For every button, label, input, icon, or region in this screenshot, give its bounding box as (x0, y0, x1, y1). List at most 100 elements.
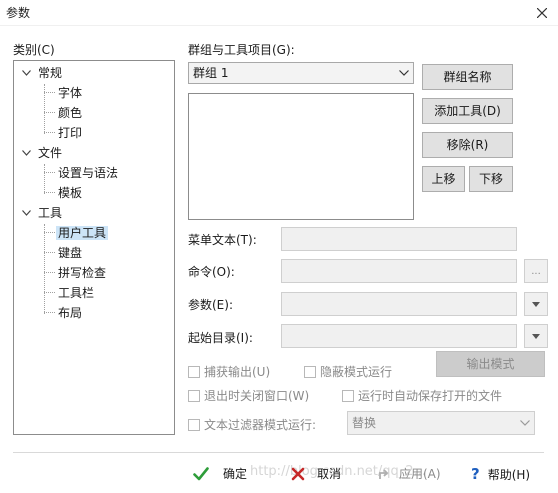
close-button[interactable] (526, 0, 558, 26)
tree-guide (44, 312, 55, 313)
checkbox-box (304, 365, 316, 378)
group-select-value: 群组 1 (193, 66, 229, 80)
tree-item-label: 设置与语法 (58, 166, 119, 180)
tree-item-user-tools[interactable]: 用户工具 (56, 224, 109, 242)
category-label: 类别(C) (13, 43, 55, 57)
tree-guide (44, 232, 55, 233)
help-button[interactable]: ? 帮助(H) (471, 465, 530, 483)
menu-text-label: 菜单文本(T): (188, 233, 257, 247)
close-on-exit-label: 退出时关闭窗口(W) (204, 389, 310, 403)
tools-list[interactable] (188, 93, 414, 220)
tree-item-label: 模板 (58, 186, 83, 200)
apply-button-label: 应用(A) (399, 467, 441, 481)
group-select[interactable]: 群组 1 (188, 62, 414, 84)
chevron-down-icon (516, 412, 534, 434)
tree-item-label: 布局 (58, 306, 83, 320)
checkbox-box (188, 389, 200, 402)
caret-down-icon (532, 301, 540, 307)
group-name-button[interactable]: 群组名称 (422, 64, 513, 90)
start-dir-field[interactable] (281, 324, 517, 348)
tree-guide (44, 172, 55, 173)
tree-item-file[interactable]: 文件 (14, 144, 174, 162)
add-tool-button[interactable]: 添加工具(D) (422, 98, 513, 124)
args-field[interactable] (281, 292, 517, 316)
groups-label: 群组与工具项目(G): (188, 43, 295, 57)
browse-button[interactable]: ... (524, 259, 548, 283)
tree-item-label: 颜色 (58, 106, 83, 120)
text-filter-label: 文本过滤器模式运行: (204, 418, 317, 432)
tree-item-toolbar[interactable]: 工具栏 (58, 284, 94, 302)
output-pattern-button[interactable]: 输出模式 (436, 351, 545, 377)
command-field[interactable] (281, 259, 517, 283)
title-bar: 参数 (0, 0, 558, 26)
filter-mode-select[interactable]: 替换 (347, 411, 535, 435)
move-up-button[interactable]: 上移 (422, 166, 465, 192)
apply-arrow-icon (379, 468, 389, 479)
tree-guide (44, 112, 55, 113)
chevron-down-icon (395, 63, 413, 83)
tree-item-syntax[interactable]: 设置与语法 (58, 164, 118, 182)
close-icon (537, 8, 547, 18)
tree-item-print[interactable]: 打印 (58, 124, 82, 142)
args-menu-button[interactable] (524, 292, 548, 316)
checkbox-box (188, 418, 200, 431)
cancel-button[interactable]: 取消 (291, 465, 341, 482)
ok-button[interactable]: 确定 (193, 465, 247, 482)
args-label: 参数(E): (188, 298, 233, 312)
tree-item-spellcheck[interactable]: 拼写检查 (58, 264, 106, 282)
help-icon: ? (471, 465, 480, 483)
start-dir-label: 起始目录(I): (188, 331, 253, 345)
tree-item-label: 键盘 (58, 246, 83, 260)
tree-item-label: 用户工具 (56, 226, 109, 240)
capture-output-checkbox[interactable]: 捕获输出(U) (188, 363, 270, 380)
checkmark-icon (193, 466, 209, 480)
tree-item-label: 常规 (38, 66, 63, 80)
cancel-button-label: 取消 (317, 467, 342, 481)
tree-guide (44, 92, 55, 93)
chevron-down-icon[interactable] (21, 64, 31, 82)
capture-output-label: 捕获输出(U) (204, 365, 271, 379)
autosave-label: 运行时自动保存打开的文件 (358, 389, 503, 403)
tree-item-label: 工具 (38, 206, 63, 220)
browse-button-label: ... (531, 265, 541, 277)
tree-item-label: 字体 (58, 86, 83, 100)
tree-guide (44, 192, 55, 193)
tree-guide (44, 272, 55, 273)
start-dir-menu-button[interactable] (524, 324, 548, 348)
checkbox-box (342, 389, 354, 402)
move-down-button[interactable]: 下移 (469, 166, 513, 192)
apply-button[interactable]: 应用(A) (378, 465, 441, 482)
tree-guide (44, 252, 55, 253)
tree-item-label: 文件 (38, 146, 63, 160)
remove-button[interactable]: 移除(R) (422, 132, 513, 158)
footer-divider (13, 452, 544, 453)
checkbox-box (188, 365, 200, 378)
text-filter-checkbox[interactable]: 文本过滤器模式运行: (188, 416, 316, 433)
hidden-mode-label: 隐蔽模式运行 (320, 365, 393, 379)
close-on-exit-checkbox[interactable]: 退出时关闭窗口(W) (188, 387, 309, 404)
tree-item-keyboard[interactable]: 键盘 (58, 244, 82, 262)
autosave-checkbox[interactable]: 运行时自动保存打开的文件 (342, 387, 502, 404)
tree-item-label: 打印 (58, 126, 83, 140)
window-title: 参数 (6, 6, 31, 20)
tree-item-font[interactable]: 字体 (58, 84, 82, 102)
hidden-mode-checkbox[interactable]: 隐蔽模式运行 (304, 363, 392, 380)
tree-guide (44, 224, 45, 314)
cross-icon (291, 467, 305, 480)
chevron-down-icon[interactable] (21, 204, 31, 222)
menu-text-field[interactable] (281, 227, 517, 251)
filter-mode-value: 替换 (352, 416, 377, 430)
tree-item-general[interactable]: 常规 (14, 64, 174, 82)
tree-item-layout[interactable]: 布局 (58, 304, 82, 322)
tree-guide (44, 164, 45, 194)
caret-down-icon (532, 333, 540, 339)
category-tree[interactable]: 常规 字体 颜色 打印 文件 设置与语法 模板 工具 用户工具 键盘 拼写检查 … (13, 60, 175, 435)
tree-item-template[interactable]: 模板 (58, 184, 82, 202)
tree-item-tools[interactable]: 工具 (14, 204, 174, 222)
tree-item-color[interactable]: 颜色 (58, 104, 82, 122)
tree-guide (44, 292, 55, 293)
chevron-down-icon[interactable] (21, 144, 31, 162)
help-button-label: 帮助(H) (487, 467, 531, 482)
tree-item-label: 工具栏 (58, 286, 95, 300)
command-label: 命令(O): (188, 265, 235, 279)
